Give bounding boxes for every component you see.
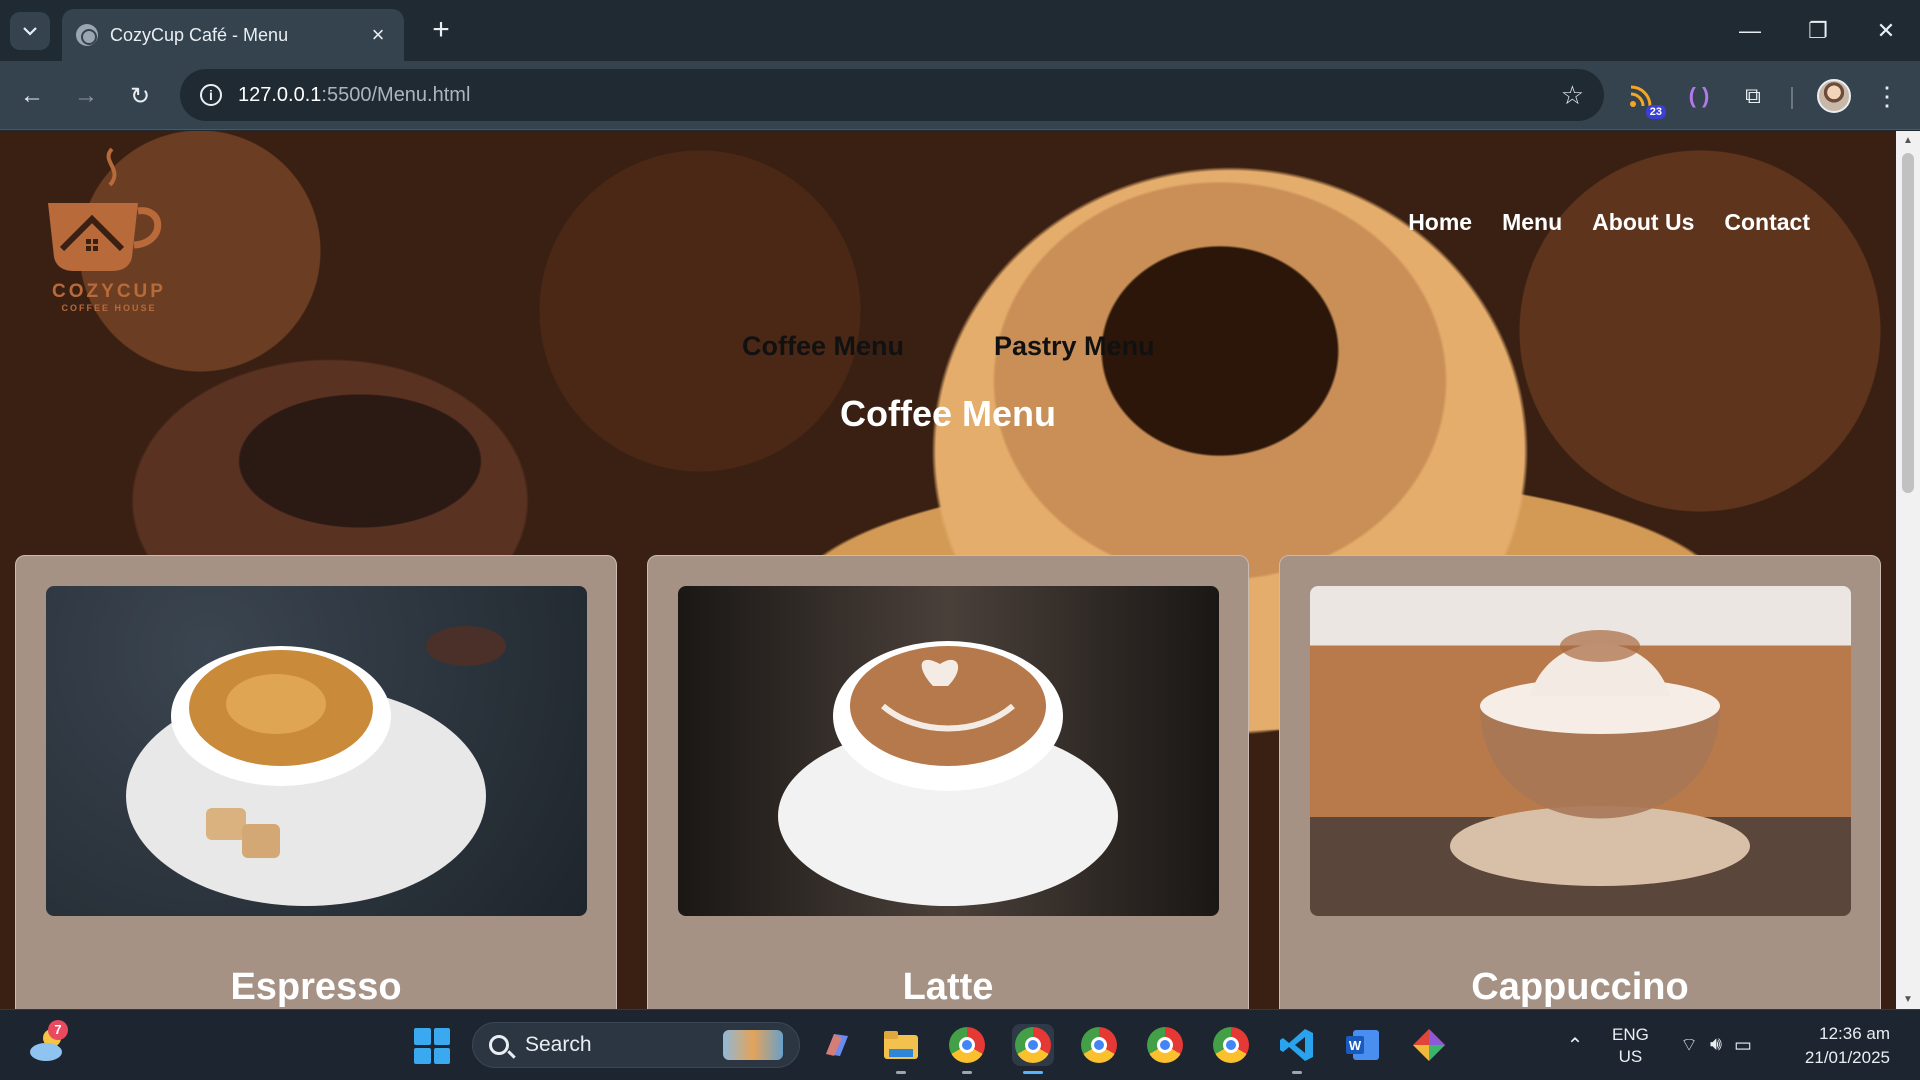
bookmark-star-icon[interactable]: ☆ xyxy=(1561,80,1584,111)
latte-photo xyxy=(678,586,1219,916)
show-hidden-icons-chevron-icon[interactable]: ⌃ xyxy=(1554,1024,1596,1066)
region-code: US xyxy=(1618,1047,1643,1066)
scrollbar-thumb[interactable] xyxy=(1902,153,1914,493)
system-tray-status[interactable]: ⌔ 🔊︎ ▭ xyxy=(1668,1024,1764,1066)
espresso-photo xyxy=(46,586,587,916)
input-language-indicator[interactable]: ENG US xyxy=(1612,1024,1649,1068)
tab-coffee-menu[interactable]: Coffee Menu xyxy=(742,331,904,362)
window-controls: — ❐ ✕ xyxy=(1716,0,1920,61)
chrome-profile-5-icon[interactable] xyxy=(1210,1024,1252,1066)
minimize-button[interactable]: — xyxy=(1716,0,1784,61)
brackets-extension-icon[interactable]: ( ) xyxy=(1682,79,1716,113)
wifi-icon: ⌔ xyxy=(1680,1035,1698,1056)
menu-item-grid: Espresso Latte Cappuccino xyxy=(15,555,1881,1009)
clock-date: 21/01/2025 xyxy=(1804,1048,1890,1067)
menu-item-name: Espresso xyxy=(230,966,402,1008)
git-app-icon[interactable] xyxy=(1408,1024,1450,1066)
menu-item-name: Cappuccino xyxy=(1471,966,1689,1008)
nav-link-menu[interactable]: Menu xyxy=(1502,209,1562,236)
close-tab-icon[interactable]: × xyxy=(366,22,390,48)
system-clock[interactable]: 12:36 am 21/01/2025 xyxy=(1790,1022,1890,1070)
clock-time: 12:36 am xyxy=(1819,1024,1890,1043)
browser-menu-icon[interactable]: ⋮ xyxy=(1870,79,1904,113)
page-scrollbar[interactable]: ▲ ▼ xyxy=(1896,131,1920,1009)
windows-taskbar: 7 Search W ⌃ ENG US ⌔ 🔊︎ ▭ 12:36 am 21/0… xyxy=(0,1009,1920,1080)
toolbar-divider xyxy=(1791,87,1793,109)
search-highlight-image xyxy=(723,1030,783,1060)
profile-avatar[interactable] xyxy=(1817,79,1851,113)
scroll-up-arrow[interactable]: ▲ xyxy=(1896,135,1920,146)
coffee-house-logo-icon xyxy=(48,147,162,271)
new-tab-button[interactable]: + xyxy=(424,14,458,48)
section-heading: Coffee Menu xyxy=(840,393,1056,434)
logo-wordmark: COZYCUP xyxy=(52,281,166,302)
browser-tab-strip: CozyCup Café - Menu × + — ❐ ✕ xyxy=(0,0,1920,61)
chevron-down-icon xyxy=(23,26,37,36)
svg-text:W: W xyxy=(1349,1038,1362,1053)
rss-extension-icon[interactable]: 23 xyxy=(1624,79,1666,119)
forward-button[interactable]: → xyxy=(68,78,104,114)
extension-badge: 23 xyxy=(1645,105,1666,119)
url-path: :5500/Menu.html xyxy=(321,83,471,106)
battery-icon: ▭ xyxy=(1733,1034,1752,1056)
chrome-profile-4-icon[interactable] xyxy=(1144,1024,1186,1066)
tab-pastry-menu[interactable]: Pastry Menu xyxy=(994,331,1155,362)
close-window-button[interactable]: ✕ xyxy=(1852,0,1920,61)
nav-link-home[interactable]: Home xyxy=(1408,209,1472,236)
chrome-profile-3-icon[interactable] xyxy=(1078,1024,1120,1066)
vscode-icon[interactable] xyxy=(1276,1024,1318,1074)
chrome-active-window-icon[interactable] xyxy=(1012,1024,1054,1074)
back-button[interactable]: ← xyxy=(14,78,50,114)
chrome-profile-1-icon[interactable] xyxy=(946,1024,988,1074)
taskbar-search[interactable]: Search xyxy=(472,1022,800,1068)
menu-card-espresso[interactable]: Espresso xyxy=(15,555,617,1009)
cozycup-logo[interactable]: COZYCUP COFFEE HOUSE xyxy=(40,141,180,321)
url-host: 127.0.0.1 xyxy=(238,83,322,106)
windows-start-icon[interactable] xyxy=(414,1028,450,1064)
nav-link-contact[interactable]: Contact xyxy=(1724,209,1810,236)
weather-badge: 7 xyxy=(48,1020,68,1040)
globe-icon xyxy=(76,24,98,46)
menu-item-name: Latte xyxy=(902,966,994,1008)
site-navigation: Home Menu About Us Contact xyxy=(1408,209,1810,236)
copilot-icon[interactable] xyxy=(816,1024,858,1066)
logo-tagline: COFFEE HOUSE xyxy=(61,303,157,313)
menu-category-tabs: Coffee Menu Pastry Menu xyxy=(742,331,1155,362)
file-explorer-icon[interactable] xyxy=(880,1024,922,1074)
browser-tab-active[interactable]: CozyCup Café - Menu × xyxy=(62,9,404,61)
cappuccino-photo xyxy=(1310,586,1851,916)
site-info-icon[interactable]: i xyxy=(200,84,222,106)
word-icon[interactable]: W xyxy=(1342,1024,1384,1066)
menu-card-latte[interactable]: Latte xyxy=(647,555,1249,1009)
language-code: ENG xyxy=(1612,1025,1649,1044)
tab-search-button[interactable] xyxy=(10,12,50,50)
address-bar[interactable]: i 127.0.0.1:5500/Menu.html ☆ xyxy=(180,69,1604,121)
volume-icon: 🔊︎ xyxy=(1709,1034,1722,1055)
reload-button[interactable]: ↻ xyxy=(122,78,158,114)
restore-button[interactable]: ❐ xyxy=(1784,0,1852,61)
nav-link-about[interactable]: About Us xyxy=(1592,209,1694,236)
search-icon xyxy=(489,1035,509,1055)
tab-title: CozyCup Café - Menu xyxy=(110,24,289,45)
scroll-down-arrow[interactable]: ▼ xyxy=(1896,994,1920,1005)
search-label: Search xyxy=(525,1033,592,1056)
page-viewport: COZYCUP COFFEE HOUSE Home Menu About Us … xyxy=(0,131,1896,1009)
extensions-puzzle-icon[interactable]: ⧉ xyxy=(1736,79,1770,113)
browser-toolbar: ← → ↻ i 127.0.0.1:5500/Menu.html ☆ 23 ( … xyxy=(0,61,1920,130)
menu-card-cappuccino[interactable]: Cappuccino xyxy=(1279,555,1881,1009)
